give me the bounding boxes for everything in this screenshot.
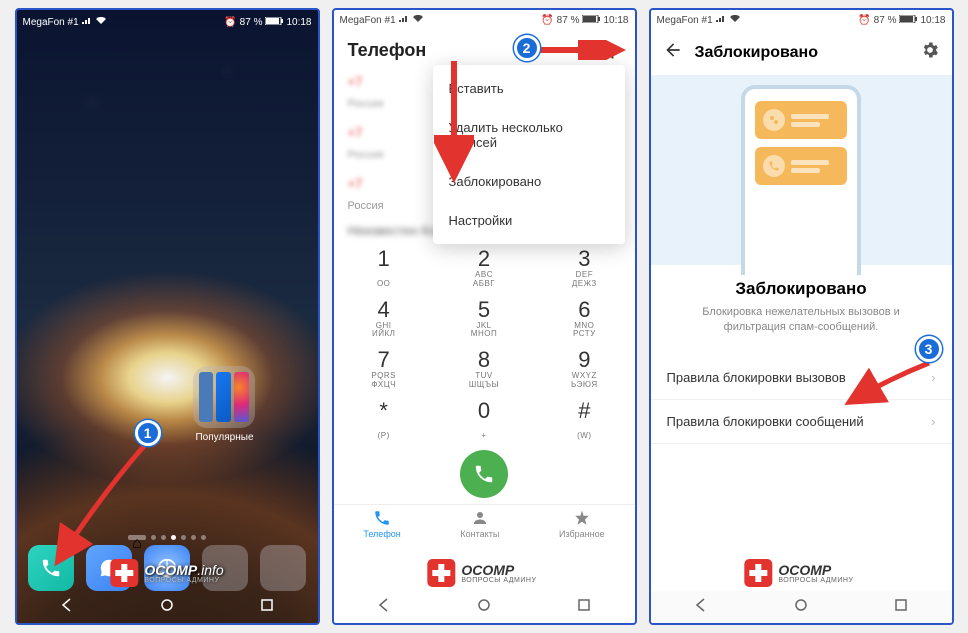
blocked-heading: Заблокировано bbox=[651, 279, 952, 299]
annotation-badge-1: 1 bbox=[135, 420, 161, 446]
alarm-icon: ⏰ bbox=[858, 15, 870, 26]
signal-icon bbox=[82, 17, 92, 28]
dialpad-key-7[interactable]: 7PQRSФХЦЧ bbox=[334, 343, 434, 394]
nav-bar bbox=[334, 591, 635, 623]
menu-delete-multiple[interactable]: Удалить несколько записей bbox=[433, 108, 625, 162]
tab-favorites[interactable]: Избранное bbox=[559, 509, 605, 539]
nav-home-icon[interactable] bbox=[476, 597, 492, 618]
watermark-logo-icon bbox=[744, 559, 772, 587]
tab-contacts[interactable]: Контакты bbox=[460, 509, 499, 539]
blocked-illustration bbox=[651, 75, 952, 265]
signal-icon bbox=[716, 15, 726, 26]
chevron-right-icon: › bbox=[931, 370, 935, 385]
nav-back-icon[interactable] bbox=[693, 597, 709, 618]
dialpad-key-9[interactable]: 9WXYZЬЭЮЯ bbox=[534, 343, 634, 394]
menu-settings[interactable]: Настройки bbox=[433, 201, 625, 240]
dialpad-key-3[interactable]: 3DEFДЕЖЗ bbox=[534, 242, 634, 293]
tab-phone[interactable]: Телефон bbox=[363, 509, 400, 539]
nav-back-icon[interactable] bbox=[59, 597, 75, 618]
home-folder[interactable] bbox=[193, 366, 255, 428]
watermark: OCOMP.info ВОПРОСЫ АДМИНУ bbox=[744, 559, 857, 587]
phone-screen-blocked: MegaFon #1 ⏰ 87 % 10:18 Заблокировано bbox=[649, 8, 954, 625]
dialpad-key-2[interactable]: 2ABCАБВГ bbox=[434, 242, 534, 293]
carrier-label: MegaFon #1 bbox=[23, 17, 79, 28]
call-button[interactable] bbox=[460, 450, 508, 498]
nav-bar bbox=[651, 591, 952, 623]
overflow-menu-icon[interactable]: ⋮ bbox=[604, 42, 621, 60]
phone-screen-home: MegaFon #1 ⏰ 87 % 10:18 Популярные ⌂ bbox=[15, 8, 320, 625]
battery-icon bbox=[582, 15, 600, 26]
menu-blocked[interactable]: Заблокировано bbox=[433, 162, 625, 201]
watermark: OCOMP.info ВОПРОСЫ АДМИНУ bbox=[427, 559, 540, 587]
dialer-header: Телефон ⋮ bbox=[334, 30, 635, 67]
rules-list: Правила блокировки вызовов › Правила бло… bbox=[651, 356, 952, 444]
battery-icon bbox=[265, 17, 283, 28]
status-bar: MegaFon #1 ⏰ 87 % 10:18 bbox=[334, 10, 635, 30]
blocked-header: Заблокировано bbox=[651, 30, 952, 75]
annotation-badge-3: 3 bbox=[916, 336, 942, 362]
dialpad: 1ОО2ABCАБВГ3DEFДЕЖЗ 4GHIИЙКЛ5JKLМНОП6MNOР… bbox=[334, 242, 635, 444]
wifi-icon bbox=[729, 15, 741, 26]
dialpad-key-5[interactable]: 5JKLМНОП bbox=[434, 293, 534, 344]
time-label: 10:18 bbox=[286, 17, 311, 28]
dialpad-key-1[interactable]: 1ОО bbox=[334, 242, 434, 293]
dialpad-key-*[interactable]: *(P) bbox=[334, 394, 434, 445]
nav-recent-icon[interactable] bbox=[259, 597, 275, 618]
overflow-dropdown: Вставить Удалить несколько записей Забло… bbox=[433, 65, 625, 244]
time-label: 10:18 bbox=[920, 15, 945, 26]
nav-back-icon[interactable] bbox=[376, 597, 392, 618]
carrier-label: MegaFon #1 bbox=[340, 15, 396, 26]
gear-icon[interactable] bbox=[920, 40, 940, 65]
nav-recent-icon[interactable] bbox=[576, 597, 592, 618]
watermark-logo-icon bbox=[427, 559, 455, 587]
dialpad-key-6[interactable]: 6MNOРСТУ bbox=[534, 293, 634, 344]
status-bar: MegaFon #1 ⏰ 87 % 10:18 bbox=[17, 12, 318, 32]
carrier-label: MegaFon #1 bbox=[657, 15, 713, 26]
signal-icon bbox=[399, 15, 409, 26]
rule-call-blocking[interactable]: Правила блокировки вызовов › bbox=[651, 356, 952, 400]
page-indicator: ⌂ bbox=[17, 535, 318, 540]
dialpad-key-4[interactable]: 4GHIИЙКЛ bbox=[334, 293, 434, 344]
nav-bar bbox=[17, 591, 318, 623]
rule-message-blocking[interactable]: Правила блокировки сообщений › bbox=[651, 400, 952, 444]
home-folder-label: Популярные bbox=[185, 432, 265, 443]
wifi-icon bbox=[95, 17, 107, 28]
nav-recent-icon[interactable] bbox=[893, 597, 909, 618]
back-arrow-icon[interactable] bbox=[663, 40, 683, 65]
status-bar: MegaFon #1 ⏰ 87 % 10:18 bbox=[651, 10, 952, 30]
bottom-tabs: Телефон Контакты Избранное bbox=[334, 504, 635, 543]
watermark-logo-icon bbox=[110, 559, 138, 587]
nav-home-icon[interactable] bbox=[159, 597, 175, 618]
dialer-title: Телефон bbox=[348, 40, 427, 61]
battery-label: 87 % bbox=[874, 15, 897, 26]
dialpad-key-#[interactable]: #(W) bbox=[534, 394, 634, 445]
alarm-icon: ⏰ bbox=[541, 15, 553, 26]
chevron-right-icon: › bbox=[931, 414, 935, 429]
time-label: 10:18 bbox=[603, 15, 628, 26]
battery-icon bbox=[899, 15, 917, 26]
phone-app-icon[interactable] bbox=[28, 545, 74, 591]
battery-label: 87 % bbox=[557, 15, 580, 26]
alarm-icon: ⏰ bbox=[224, 17, 236, 28]
battery-label: 87 % bbox=[240, 17, 263, 28]
dialpad-key-0[interactable]: 0+ bbox=[434, 394, 534, 445]
annotation-badge-2: 2 bbox=[514, 35, 540, 61]
nav-home-icon[interactable] bbox=[793, 597, 809, 618]
dock-folder-2[interactable] bbox=[260, 545, 306, 591]
blocked-title: Заблокировано bbox=[695, 44, 908, 62]
wallpaper bbox=[17, 10, 318, 623]
menu-paste[interactable]: Вставить bbox=[433, 69, 625, 108]
wifi-icon bbox=[412, 15, 424, 26]
dialpad-key-8[interactable]: 8TUVШЩЪЫ bbox=[434, 343, 534, 394]
blocked-description: Блокировка нежелательных вызовов и фильт… bbox=[651, 305, 952, 336]
watermark: OCOMP.info ВОПРОСЫ АДМИНУ bbox=[110, 559, 223, 587]
phone-screen-dialer: MegaFon #1 ⏰ 87 % 10:18 Телефон ⋮ +7 Рос… bbox=[332, 8, 637, 625]
